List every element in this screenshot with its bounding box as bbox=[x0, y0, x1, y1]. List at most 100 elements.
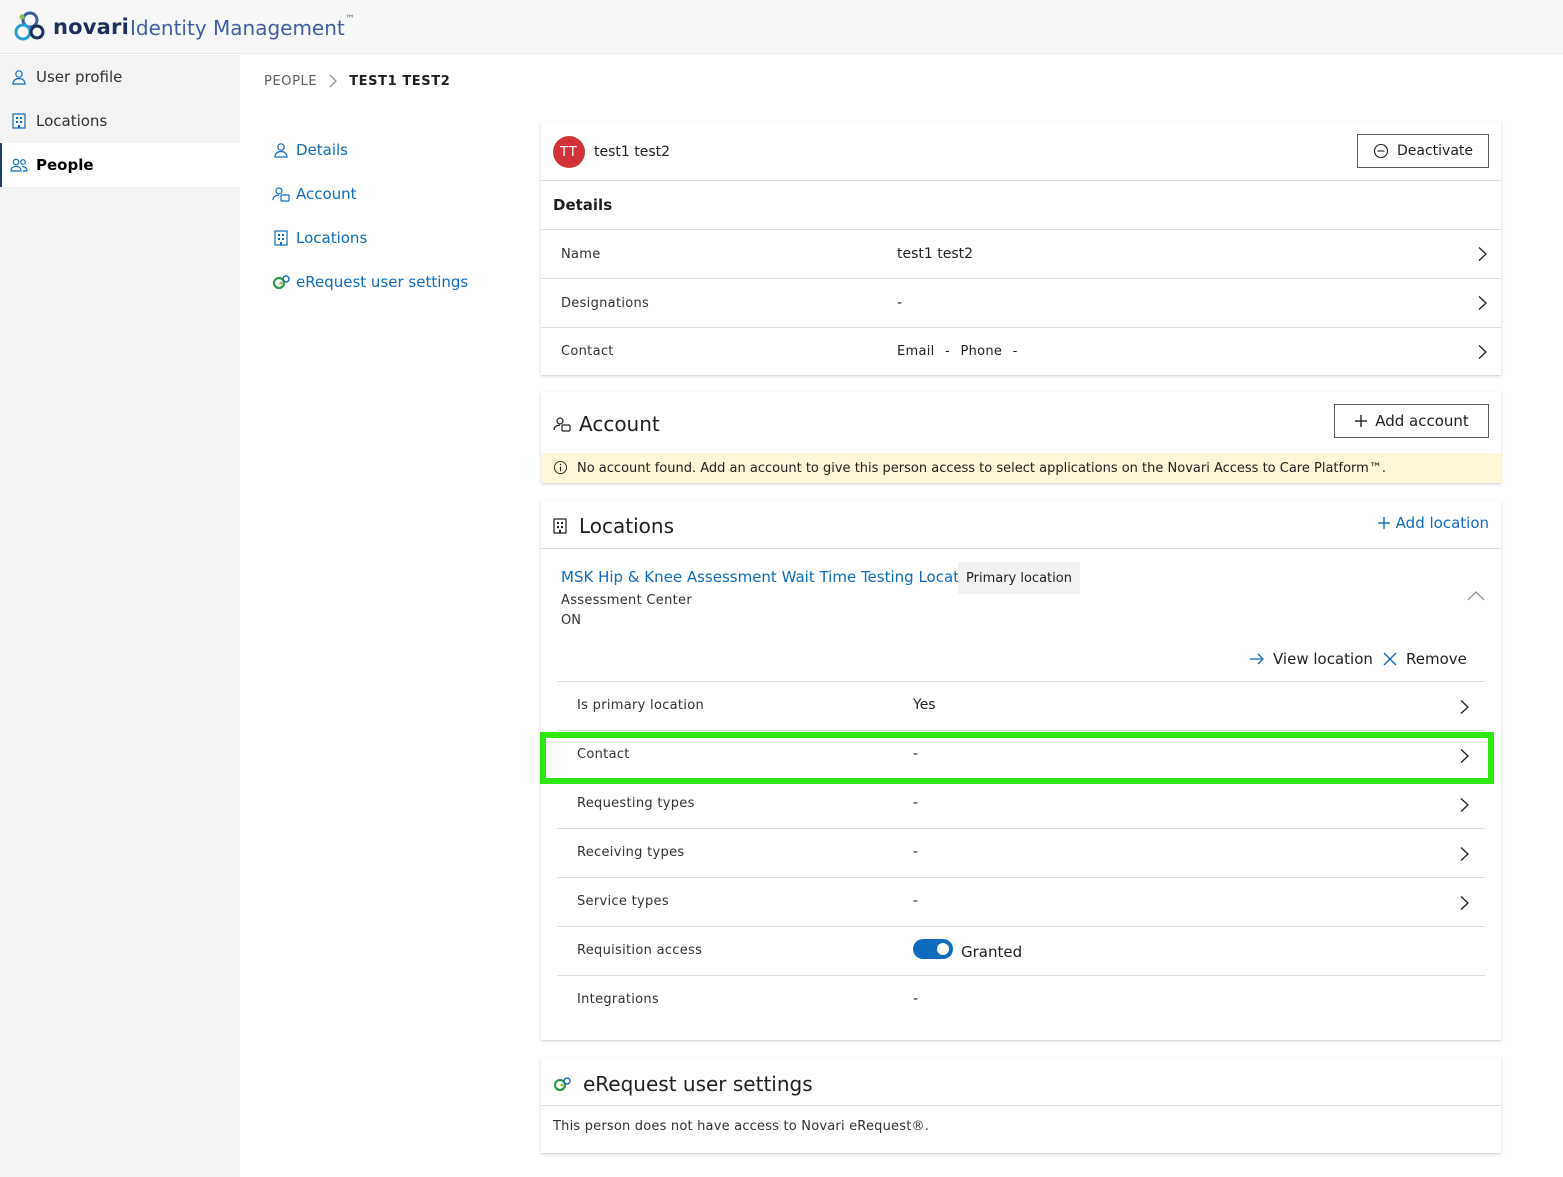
toggle-value: Granted bbox=[961, 943, 1023, 961]
row-label: Name bbox=[561, 246, 601, 262]
breadcrumb-people[interactable]: PEOPLE bbox=[264, 74, 317, 89]
add-location-button[interactable]: Add location bbox=[1377, 514, 1489, 532]
phone-value: - bbox=[1012, 344, 1018, 359]
view-location-label: View location bbox=[1273, 650, 1373, 668]
account-title: Account bbox=[553, 412, 660, 436]
location-type: Assessment Center bbox=[561, 593, 692, 608]
person-icon bbox=[272, 141, 290, 159]
chevron-right-icon bbox=[329, 74, 338, 88]
locations-card: Locations Add location MSK Hip & Knee As… bbox=[541, 500, 1501, 1040]
nav-item-user-profile[interactable]: User profile bbox=[0, 55, 240, 99]
chevron-right-icon[interactable] bbox=[1457, 797, 1471, 813]
brand-name: novari bbox=[53, 15, 129, 39]
chevron-right-icon[interactable] bbox=[1457, 748, 1471, 764]
email-label: Email bbox=[897, 344, 935, 359]
location-row-is-primary[interactable]: Is primary location Yes bbox=[557, 681, 1485, 730]
close-icon bbox=[1383, 652, 1397, 666]
nav-item-label: User profile bbox=[36, 68, 123, 86]
row-label: Contact bbox=[577, 747, 630, 762]
location-name-link[interactable]: MSK Hip & Knee Assessment Wait Time Test… bbox=[561, 568, 982, 586]
person-name: test1 test2 bbox=[594, 144, 671, 160]
no-account-warning: No account found. Add an account to give… bbox=[541, 453, 1501, 483]
details-row-contact[interactable]: Contact Email - Phone - bbox=[541, 327, 1501, 375]
section-link-label: Details bbox=[296, 141, 349, 159]
erequest-message: This person does not have access to Nova… bbox=[553, 1119, 930, 1134]
row-value: - bbox=[913, 795, 919, 811]
locations-title: Locations bbox=[553, 514, 674, 538]
location-row-contact[interactable]: Contact - bbox=[557, 730, 1485, 779]
chevron-right-icon[interactable] bbox=[1457, 699, 1471, 715]
row-value: - bbox=[913, 991, 919, 1007]
add-account-button[interactable]: Add account bbox=[1334, 404, 1489, 438]
row-value: Yes bbox=[913, 697, 936, 713]
chevron-right-icon[interactable] bbox=[1475, 246, 1489, 262]
contact-value: Email - Phone - bbox=[897, 344, 1018, 359]
building-icon bbox=[272, 229, 290, 247]
avatar: TT bbox=[553, 136, 585, 168]
product-name: Identity Management™ bbox=[130, 14, 355, 40]
section-navigation: Details Account Locations eRequest user … bbox=[272, 128, 512, 304]
row-value: - bbox=[897, 295, 903, 311]
chevron-right-icon[interactable] bbox=[1457, 846, 1471, 862]
account-icon bbox=[272, 185, 290, 203]
arrow-right-icon bbox=[1250, 653, 1264, 665]
add-location-label: Add location bbox=[1395, 514, 1489, 532]
deactivate-label: Deactivate bbox=[1396, 143, 1473, 159]
row-value: - bbox=[913, 746, 919, 762]
toggle-knob bbox=[937, 943, 949, 955]
nav-item-label: Locations bbox=[36, 112, 108, 130]
minus-circle-icon bbox=[1373, 143, 1389, 159]
card-title-text: eRequest user settings bbox=[583, 1072, 813, 1096]
email-value: - bbox=[945, 344, 951, 359]
details-row-designations[interactable]: Designations - bbox=[541, 278, 1501, 327]
divider bbox=[541, 1105, 1501, 1106]
chevron-right-icon[interactable] bbox=[1457, 895, 1471, 911]
location-province: ON bbox=[561, 613, 581, 628]
row-value: test1 test2 bbox=[897, 246, 974, 262]
remove-location-button[interactable]: Remove bbox=[1383, 650, 1467, 668]
section-link-label: Locations bbox=[296, 229, 368, 247]
card-title-text: Locations bbox=[579, 514, 675, 538]
account-card: Account Add account No account found. Ad… bbox=[541, 392, 1501, 483]
section-link-account[interactable]: Account bbox=[272, 172, 512, 216]
section-link-locations[interactable]: Locations bbox=[272, 216, 512, 260]
deactivate-button[interactable]: Deactivate bbox=[1357, 134, 1489, 168]
nav-item-people[interactable]: People bbox=[0, 143, 240, 187]
nav-item-label: People bbox=[36, 156, 94, 174]
row-label: Integrations bbox=[577, 992, 660, 1007]
location-row-service-types[interactable]: Service types - bbox=[557, 877, 1485, 926]
building-icon bbox=[553, 517, 571, 535]
people-icon bbox=[10, 156, 28, 174]
row-label: Designations bbox=[561, 295, 650, 311]
section-link-erequest[interactable]: eRequest user settings bbox=[272, 260, 512, 304]
view-location-button[interactable]: View location bbox=[1249, 650, 1373, 668]
chevron-right-icon[interactable] bbox=[1475, 295, 1489, 311]
requisition-access-toggle[interactable] bbox=[913, 939, 953, 959]
row-value: - bbox=[913, 893, 919, 909]
section-link-details[interactable]: Details bbox=[272, 128, 512, 172]
add-account-label: Add account bbox=[1375, 412, 1469, 430]
row-label: Requesting types bbox=[577, 796, 695, 811]
plus-icon bbox=[1377, 517, 1390, 529]
row-label: Contact bbox=[561, 344, 614, 359]
chevron-right-icon[interactable] bbox=[1475, 344, 1489, 360]
location-row-receiving-types[interactable]: Receiving types - bbox=[557, 828, 1485, 877]
row-value: - bbox=[913, 844, 919, 860]
row-label: Is primary location bbox=[577, 698, 705, 713]
app-header: novari Identity Management™ bbox=[0, 0, 1563, 54]
chevron-up-icon[interactable] bbox=[1467, 590, 1485, 602]
details-row-name[interactable]: Name test1 test2 bbox=[541, 229, 1501, 278]
divider bbox=[541, 548, 1501, 549]
erequest-card: eRequest user settings This person does … bbox=[541, 1058, 1501, 1153]
row-label: Requisition access bbox=[577, 943, 703, 958]
details-section-header: Details bbox=[541, 180, 1501, 229]
erequest-icon bbox=[553, 1075, 571, 1093]
row-label: Service types bbox=[577, 894, 669, 909]
section-title: Details bbox=[553, 196, 613, 214]
remove-label: Remove bbox=[1406, 650, 1467, 668]
details-card: TT test1 test2 Deactivate Details Name t… bbox=[541, 122, 1501, 375]
left-navigation: User profile Locations People bbox=[0, 55, 240, 1177]
nav-item-locations[interactable]: Locations bbox=[0, 99, 240, 143]
location-row-integrations: Integrations - bbox=[557, 975, 1485, 1024]
location-row-requesting-types[interactable]: Requesting types - bbox=[557, 779, 1485, 828]
